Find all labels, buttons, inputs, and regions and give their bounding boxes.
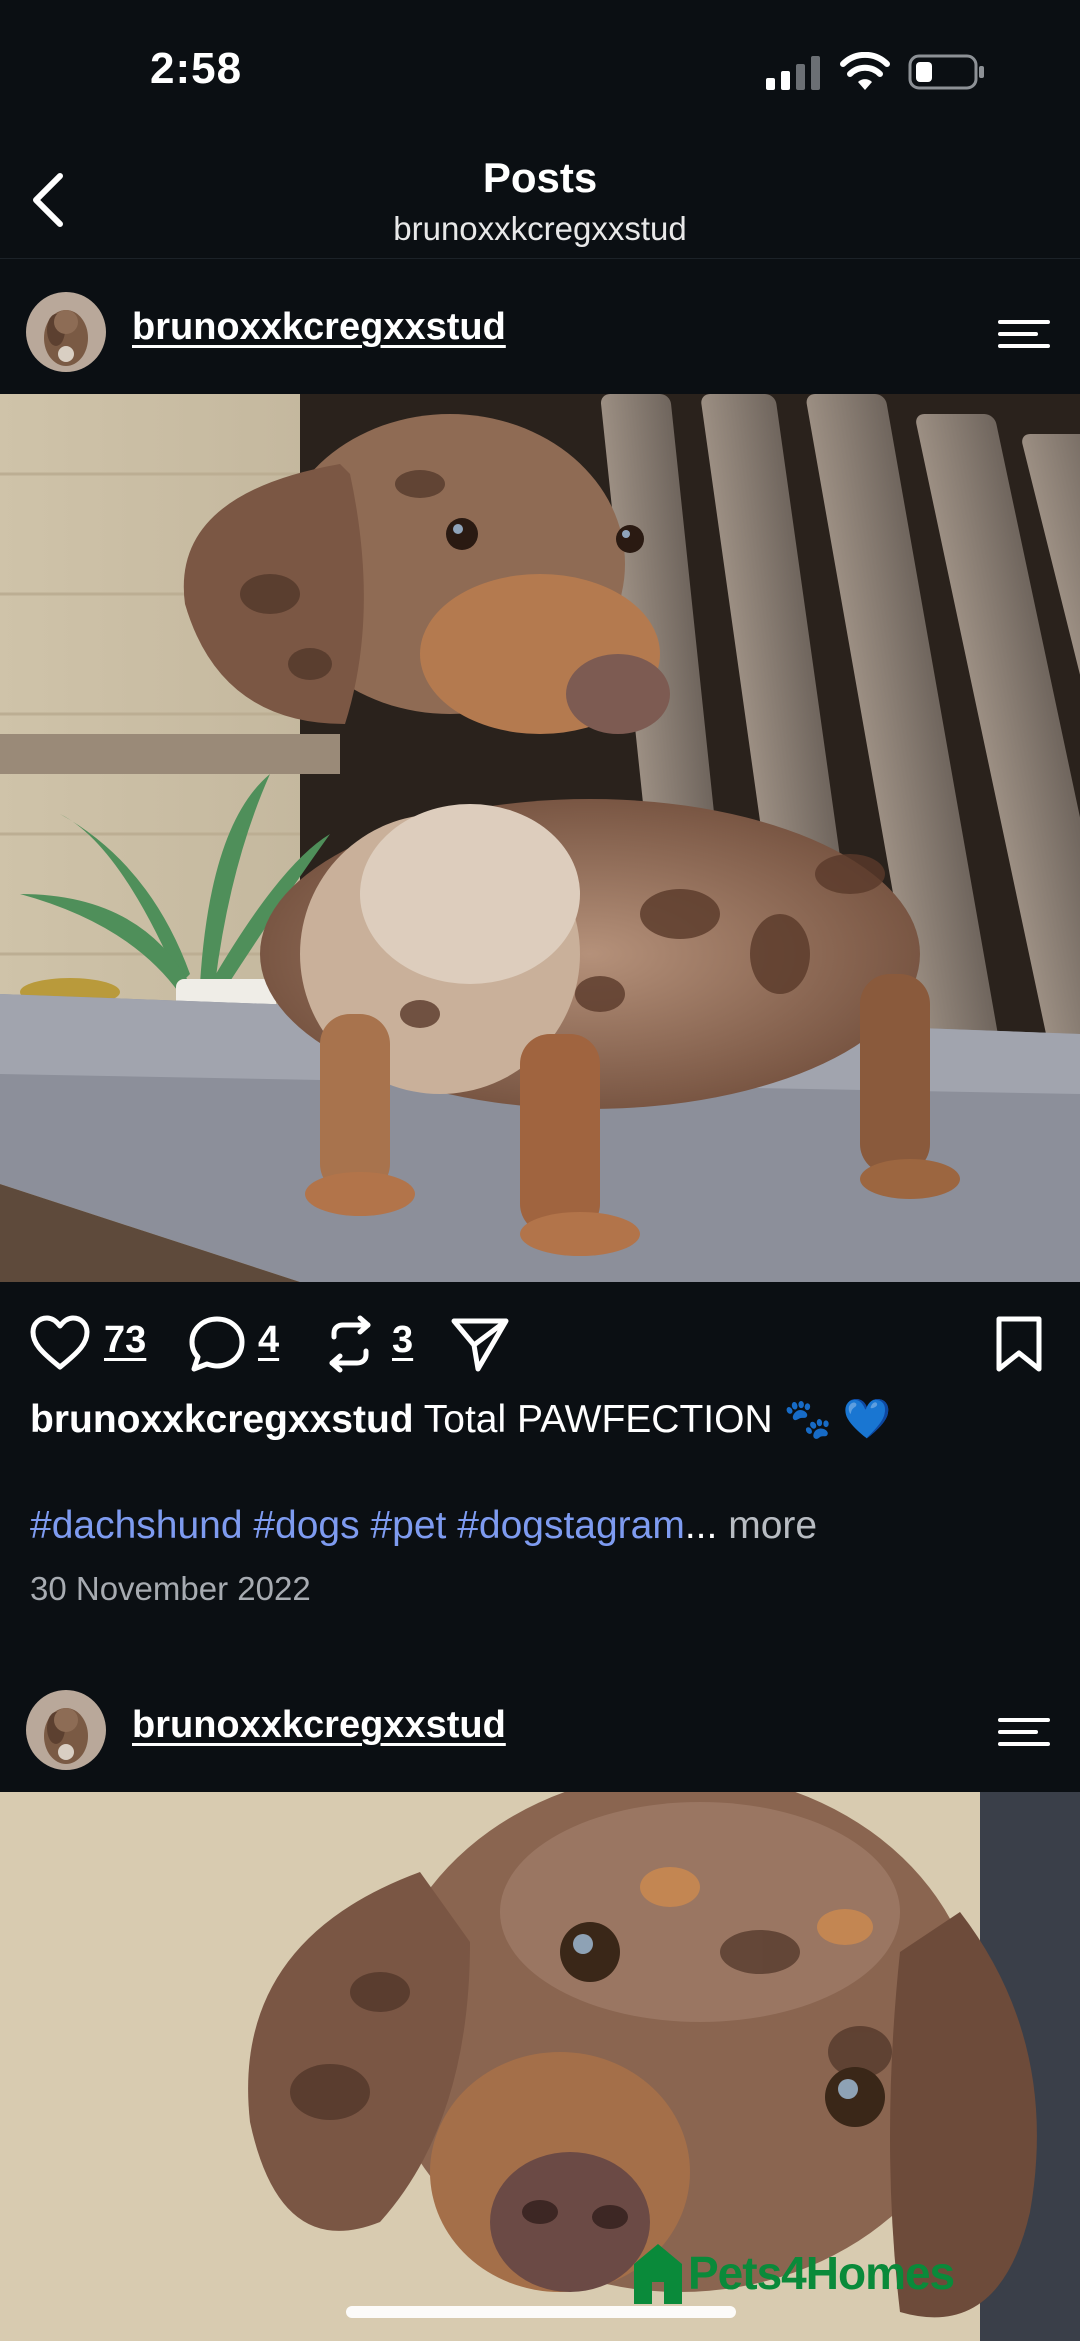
cellular-signal-icon	[766, 56, 820, 90]
repost-icon	[329, 1315, 371, 1373]
hashtag-list[interactable]: #dachshund #dogs #pet #dogstagram	[30, 1504, 685, 1547]
post-header: brunoxxkcregxxstud	[0, 1662, 1080, 1792]
post-actions: 73 4 3	[0, 1285, 1080, 1401]
page-subtitle: brunoxxkcregxxstud	[393, 210, 687, 247]
menu-icon[interactable]	[996, 314, 1052, 354]
caption-ellipsis: ...	[684, 1504, 718, 1547]
avatar[interactable]	[26, 1690, 106, 1770]
post-caption: brunoxxkcregxxstud Total PAWFECTION 🐾 💙	[30, 1396, 891, 1442]
bookmark-button[interactable]	[994, 1313, 1050, 1373]
avatar[interactable]	[26, 292, 106, 372]
like-button[interactable]: 73	[30, 1313, 160, 1373]
wifi-icon	[840, 52, 890, 90]
caption-username[interactable]: brunoxxkcregxxstud	[30, 1398, 414, 1441]
watermark-text: Pets4Homes	[688, 2247, 955, 2299]
home-indicator[interactable]	[346, 2306, 736, 2318]
post-username[interactable]: brunoxxkcregxxstud	[132, 1704, 506, 1747]
comment-button[interactable]: 4	[188, 1313, 298, 1373]
like-count: 73	[104, 1319, 147, 1361]
comment-count: 4	[258, 1319, 280, 1361]
post-header: brunoxxkcregxxstud	[0, 264, 1080, 394]
repost-button[interactable]: 3	[322, 1313, 432, 1373]
heart-icon	[30, 1315, 90, 1370]
watermark-logo: Pets4Homes	[630, 2232, 1010, 2308]
battery-icon	[908, 54, 984, 90]
menu-icon[interactable]	[996, 1712, 1052, 1752]
post-photo[interactable]	[0, 394, 1080, 1282]
more-link[interactable]: more	[728, 1504, 817, 1547]
comment-icon	[189, 1316, 245, 1372]
status-time: 2:58	[150, 44, 243, 93]
share-button[interactable]	[450, 1313, 514, 1373]
bookmark-icon	[996, 1316, 1042, 1372]
caption-text: Total PAWFECTION	[423, 1398, 773, 1441]
page-title: Posts	[482, 154, 598, 201]
house-icon	[634, 2244, 682, 2304]
status-bar: 2:58	[0, 0, 1080, 140]
repost-count: 3	[392, 1319, 414, 1361]
header: Posts brunoxxkcregxxstud	[0, 140, 1080, 259]
post-date: 30 November 2022	[30, 1570, 311, 1607]
post-username[interactable]: brunoxxkcregxxstud	[132, 306, 506, 349]
send-icon	[451, 1318, 509, 1372]
post-hashtags: #dachshund #dogs #pet #dogstagram... mor…	[30, 1504, 817, 1548]
caption-emoji: 🐾 💙	[783, 1398, 892, 1441]
